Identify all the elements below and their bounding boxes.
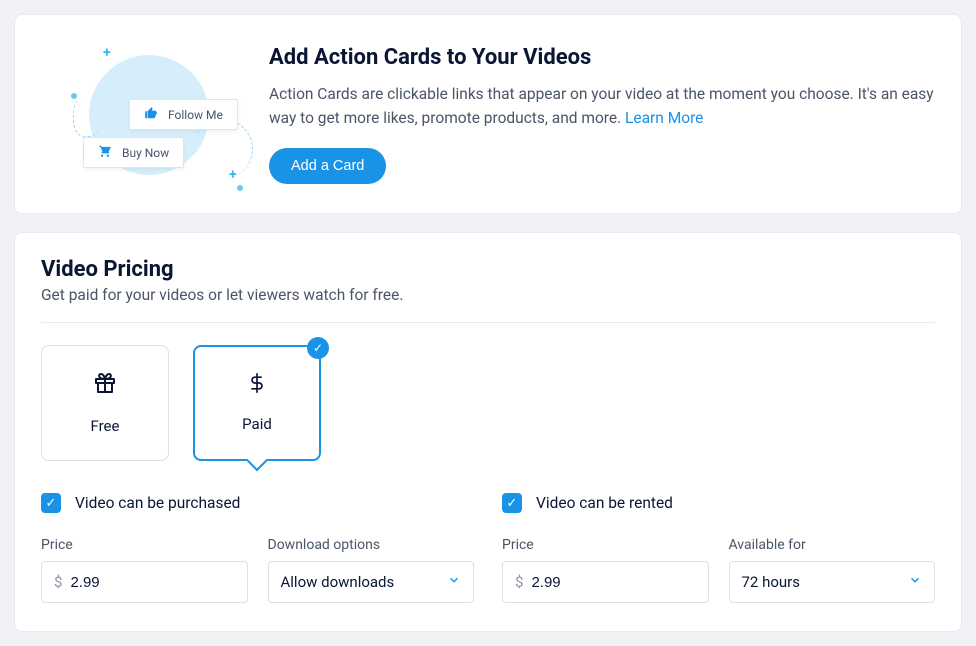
illustration-buy-label: Buy Now xyxy=(122,146,169,160)
action-cards-panel: + + Follow Me Buy Now Add Action Cards t… xyxy=(14,14,962,214)
gift-icon xyxy=(93,371,117,401)
plan-selector: Free ✓ Paid xyxy=(41,345,935,461)
rent-column: ✓ Video can be rented Price $ Available … xyxy=(502,493,935,603)
illustration-follow-label: Follow Me xyxy=(168,108,223,122)
chevron-down-icon xyxy=(447,573,461,591)
plan-paid[interactable]: ✓ Paid xyxy=(193,345,321,461)
available-for-select[interactable]: 72 hours xyxy=(729,561,936,603)
check-icon: ✓ xyxy=(307,337,329,359)
action-cards-illustration: + + Follow Me Buy Now xyxy=(41,37,241,187)
rent-price-input[interactable]: $ xyxy=(502,561,709,603)
currency-symbol: $ xyxy=(515,573,523,591)
video-pricing-panel: Video Pricing Get paid for your videos o… xyxy=(14,232,962,632)
add-card-button[interactable]: Add a Card xyxy=(269,148,386,184)
pricing-title: Video Pricing xyxy=(41,257,935,282)
purchase-price-label: Price xyxy=(41,537,248,553)
rent-checkbox[interactable]: ✓ xyxy=(502,493,522,513)
purchase-checkbox[interactable]: ✓ xyxy=(41,493,61,513)
currency-symbol: $ xyxy=(54,573,62,591)
pricing-subtitle: Get paid for your videos or let viewers … xyxy=(41,286,935,304)
available-for-value: 72 hours xyxy=(742,573,801,591)
rent-price-field[interactable] xyxy=(531,574,695,591)
download-options-label: Download options xyxy=(268,537,475,553)
available-for-label: Available for xyxy=(729,537,936,553)
download-options-select[interactable]: Allow downloads xyxy=(268,561,475,603)
purchase-checkbox-label: Video can be purchased xyxy=(75,494,240,512)
cart-icon xyxy=(98,144,112,161)
plan-paid-label: Paid xyxy=(242,415,272,433)
purchase-price-field[interactable] xyxy=(70,574,234,591)
illustration-follow-chip: Follow Me xyxy=(129,99,238,130)
chevron-down-icon xyxy=(908,573,922,591)
divider xyxy=(41,322,935,323)
plan-free-label: Free xyxy=(91,417,120,435)
plan-free[interactable]: Free xyxy=(41,345,169,461)
learn-more-link[interactable]: Learn More xyxy=(625,109,703,127)
rent-checkbox-label: Video can be rented xyxy=(536,494,673,512)
illustration-buy-chip: Buy Now xyxy=(83,137,184,168)
dollar-icon xyxy=(247,373,267,399)
rent-price-label: Price xyxy=(502,537,709,553)
purchase-price-input[interactable]: $ xyxy=(41,561,248,603)
action-cards-description: Action Cards are clickable links that ap… xyxy=(269,82,935,130)
download-options-value: Allow downloads xyxy=(281,573,395,591)
thumbs-up-icon xyxy=(144,106,158,123)
action-cards-title: Add Action Cards to Your Videos xyxy=(269,45,935,70)
purchase-column: ✓ Video can be purchased Price $ Downloa… xyxy=(41,493,474,603)
